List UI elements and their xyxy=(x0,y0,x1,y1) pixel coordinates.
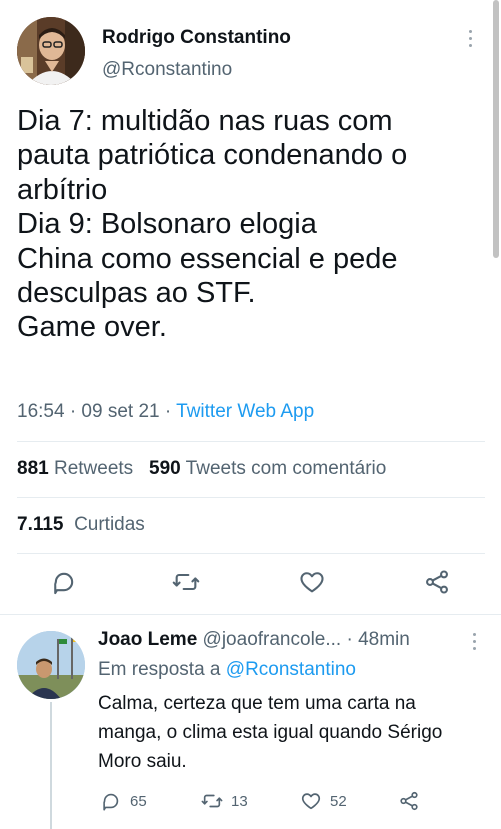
tweet-meta: 16:54 · 09 set 21 · Twitter Web App xyxy=(17,401,314,423)
more-options-icon[interactable] xyxy=(462,30,478,52)
scrollbar[interactable] xyxy=(493,0,499,258)
author-avatar-image xyxy=(17,17,85,85)
reply-reply-button[interactable]: 65 xyxy=(100,790,147,812)
reply-retweet-button[interactable]: 13 xyxy=(201,790,248,812)
likes-count: 7.115 xyxy=(17,514,64,535)
reply-more-options-icon[interactable] xyxy=(470,633,478,653)
reply-author-handle[interactable]: @joaofrancole... xyxy=(203,629,342,650)
divider xyxy=(17,441,485,442)
reply-icon[interactable] xyxy=(50,568,78,596)
reply-to-prefix: Em resposta a xyxy=(98,659,221,680)
tweet-text: Dia 7: multidão nas ruas com pauta patri… xyxy=(17,105,408,344)
share-icon[interactable] xyxy=(423,568,451,596)
like-heart-icon xyxy=(301,793,321,810)
divider xyxy=(17,553,485,554)
divider xyxy=(17,497,485,498)
author-name[interactable]: Rodrigo Constantino xyxy=(102,27,291,49)
reply-author-avatar[interactable] xyxy=(17,631,85,699)
retweets-count: 881 xyxy=(17,458,49,479)
reply-avatar-image xyxy=(17,631,85,699)
reply-likes-count: 52 xyxy=(330,792,347,810)
reply-author-name[interactable]: Joao Leme xyxy=(98,629,197,650)
thread-connector-line xyxy=(50,702,52,829)
retweet-icon xyxy=(201,794,223,808)
author-avatar[interactable] xyxy=(17,17,85,85)
tweet-source-link[interactable]: Twitter Web App xyxy=(176,401,314,422)
like-heart-icon[interactable] xyxy=(298,568,326,596)
reply-time[interactable]: · 48min xyxy=(346,629,409,650)
reply-like-button[interactable]: 52 xyxy=(300,790,347,812)
reply-to-line: Em resposta a @Rconstantino xyxy=(98,659,356,681)
tweet-stats: 881 Retweets 590 Tweets com comentário xyxy=(17,458,386,480)
quotes-count: 590 xyxy=(149,458,181,479)
author-handle[interactable]: @Rconstantino xyxy=(102,59,232,81)
section-divider xyxy=(0,614,501,615)
reply-share-button[interactable] xyxy=(398,790,428,812)
retweets-label: Retweets xyxy=(53,458,134,479)
reply-to-handle-link[interactable]: @Rconstantino xyxy=(226,659,356,680)
quotes-stat[interactable]: 590 Tweets com comentário xyxy=(149,458,386,479)
retweet-icon[interactable] xyxy=(172,568,200,596)
retweets-stat[interactable]: 881 Retweets xyxy=(17,458,133,479)
tweet-detail-page: Rodrigo Constantino @Rconstantino Dia 7:… xyxy=(0,0,501,829)
share-icon xyxy=(400,791,418,811)
reply-replies-count: 65 xyxy=(130,792,147,810)
reply-retweets-count: 13 xyxy=(231,792,248,810)
reply-header: Joao Leme @joaofrancole... · 48min xyxy=(98,629,410,651)
likes-label: Curtidas xyxy=(74,514,145,535)
quotes-label: Tweets com comentário xyxy=(185,458,387,479)
tweet-timestamp[interactable]: 16:54 · 09 set 21 xyxy=(17,401,160,422)
reply-icon xyxy=(103,793,119,811)
meta-separator: · xyxy=(159,401,177,422)
reply-text: Calma, certeza que tem uma carta na mang… xyxy=(98,693,443,772)
likes-stat[interactable]: 7.115 Curtidas xyxy=(17,514,145,536)
